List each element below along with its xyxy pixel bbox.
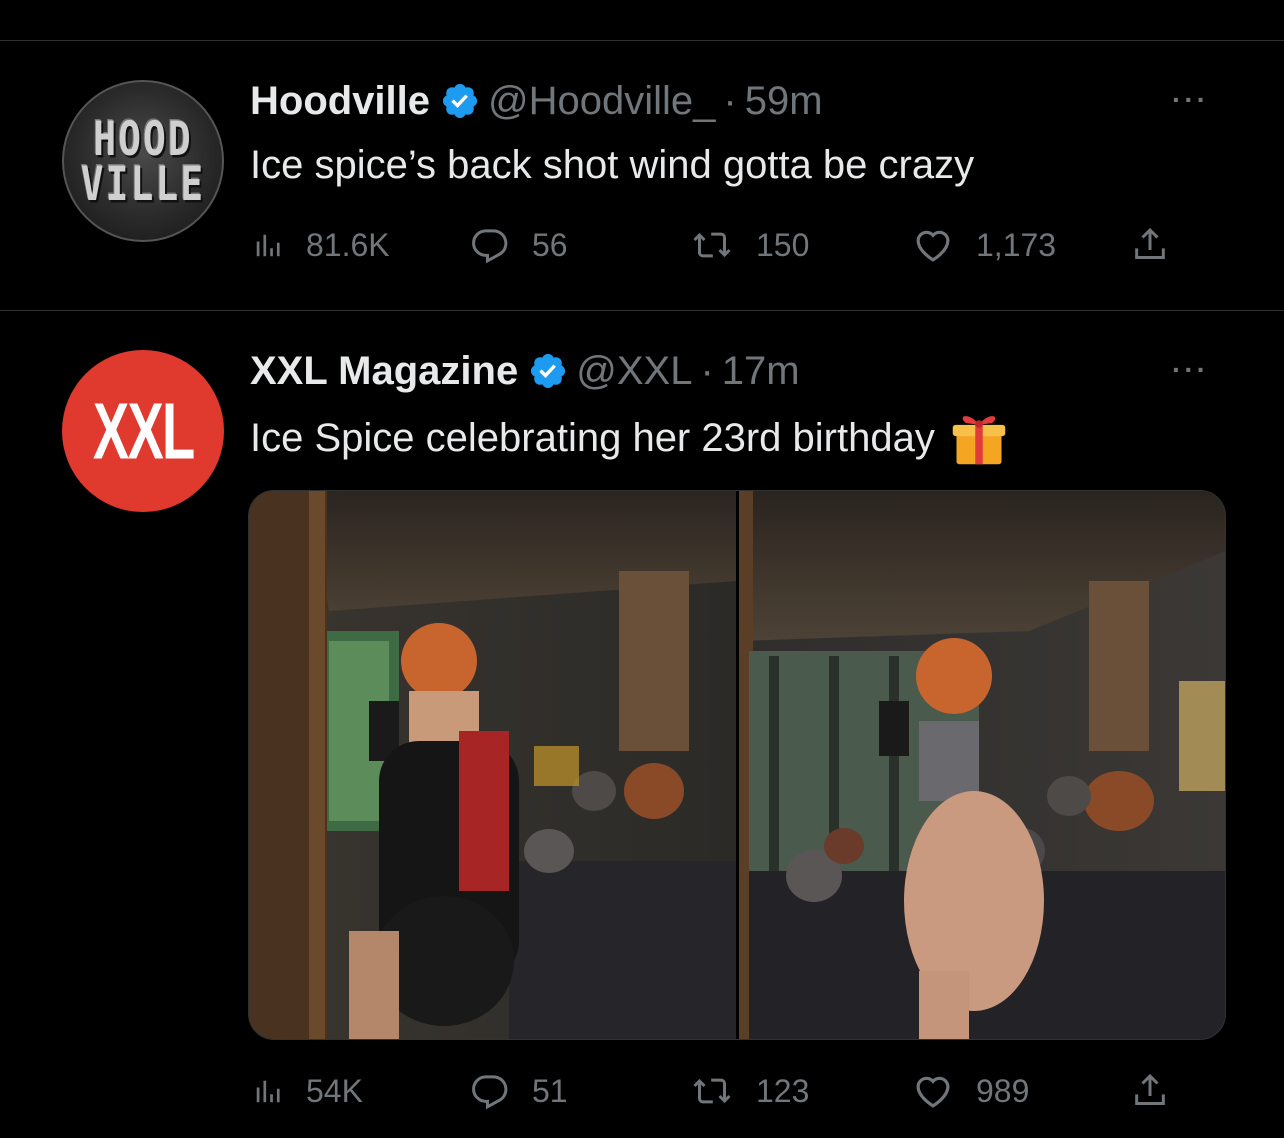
photo-left-image (249, 491, 736, 1039)
avatar-logo: XXL (92, 386, 195, 476)
gift-icon (952, 416, 1006, 465)
tweet-xxl[interactable]: XXL XXL Magazine @XXL · 17m ··· Ice Spic… (0, 0, 1284, 1138)
more-options-icon[interactable]: ··· (1172, 354, 1209, 386)
retweet-icon (693, 1078, 731, 1104)
share-button[interactable] (1130, 1066, 1192, 1116)
author-name[interactable]: XXL Magazine (250, 349, 518, 394)
author-handle[interactable]: @XXL (576, 349, 692, 394)
like-button[interactable]: 989 (912, 1066, 1029, 1116)
photo-right[interactable] (738, 491, 1225, 1039)
tweet-header: XXL Magazine @XXL · 17m (250, 346, 800, 396)
tweet-time[interactable]: 17m (722, 349, 800, 394)
heart-icon (916, 1076, 950, 1108)
verified-badge-icon (531, 353, 566, 389)
tweet-text-content: Ice Spice celebrating her 23rd birthday (250, 415, 935, 460)
share-icon (1135, 1073, 1165, 1105)
photo-right-image (738, 491, 1225, 1039)
tweet-actions: 54K 51 123 989 (250, 1066, 1180, 1116)
views-count: 54K (306, 1072, 363, 1109)
photo-left[interactable] (249, 491, 736, 1039)
views-icon (256, 1080, 280, 1103)
retweet-button[interactable]: 123 (690, 1066, 809, 1116)
tweet-media[interactable] (248, 490, 1226, 1040)
views-button[interactable]: 54K (250, 1066, 363, 1116)
reply-button[interactable]: 51 (470, 1066, 568, 1116)
retweet-count: 123 (756, 1072, 810, 1109)
reply-count: 51 (532, 1072, 568, 1109)
reply-icon (472, 1075, 508, 1110)
separator-dot: · (700, 348, 714, 393)
tweet-text: Ice Spice celebrating her 23rd birthday (250, 408, 1009, 468)
avatar[interactable]: XXL (62, 350, 224, 512)
like-count: 989 (976, 1072, 1030, 1109)
